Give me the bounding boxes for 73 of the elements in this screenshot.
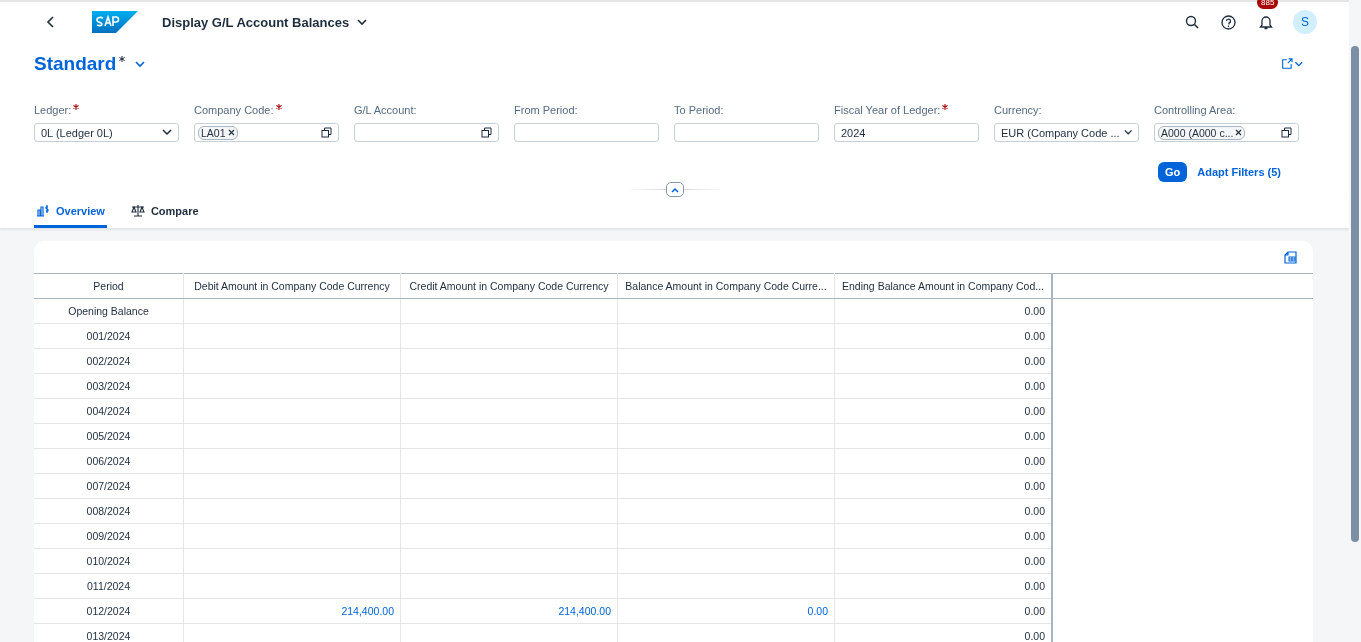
amount-cell: 0.00 [1024, 505, 1045, 517]
input-field[interactable] [674, 123, 819, 142]
filter-label: Controlling Area: [1154, 104, 1236, 116]
amount-cell: 0.00 [1024, 580, 1045, 592]
amount-cell: 0.00 [1024, 305, 1045, 317]
filter-label: Company Code: [194, 104, 274, 116]
back-icon[interactable] [46, 16, 56, 28]
help-icon[interactable] [1220, 14, 1236, 30]
amount-cell: 0.00 [1024, 405, 1045, 417]
app-title-menu[interactable]: Display G/L Account Balances [162, 14, 368, 30]
amount-cell: 0.00 [1024, 605, 1045, 617]
amount-cell: 0.00 [1024, 480, 1045, 492]
period-cell: 008/2024 [86, 505, 131, 517]
go-button[interactable]: Go [1158, 162, 1188, 182]
bell-icon[interactable] [1259, 14, 1273, 30]
chart-icon[interactable] [36, 205, 50, 217]
filter-label: To Period: [674, 104, 724, 116]
tab[interactable]: Compare [128, 199, 201, 228]
value-help-icon[interactable] [481, 127, 492, 138]
chevron-down-icon[interactable] [357, 18, 368, 26]
period-cell: 004/2024 [86, 405, 131, 417]
amount-cell: 0.00 [1024, 455, 1045, 467]
notification-count: 885 [1257, 0, 1279, 9]
period-cell: 003/2024 [86, 380, 131, 392]
value-help-icon[interactable] [321, 127, 332, 138]
collapse-header-button[interactable] [665, 182, 684, 197]
chevron-down-icon[interactable] [162, 129, 172, 136]
input-field[interactable]: 2024 [834, 123, 979, 142]
period-cell: 007/2024 [86, 480, 131, 492]
amount-cell: 0.00 [1024, 630, 1045, 642]
filter-label: G/L Account: [354, 104, 417, 116]
amount-cell: 0.00 [1024, 430, 1045, 442]
logo-icon[interactable] [92, 11, 138, 33]
amount-cell: 0.00 [1024, 330, 1045, 342]
period-cell: 006/2024 [86, 455, 131, 467]
period-cell: 009/2024 [86, 530, 131, 542]
select-field[interactable]: 0L (Ledger 0L) [34, 123, 179, 142]
period-cell: 001/2024 [86, 330, 131, 342]
period-cell: Opening Balance [68, 305, 149, 317]
period-cell: 011/2024 [87, 580, 130, 592]
remove-token-icon[interactable] [1235, 129, 1243, 136]
period-cell: 005/2024 [86, 430, 131, 442]
period-cell: 002/2024 [86, 355, 131, 367]
multi-input-field[interactable]: LA01 [194, 123, 339, 142]
filter-label: Currency: [994, 104, 1042, 116]
column-header[interactable]: Period [93, 280, 124, 292]
chevron-up-icon[interactable] [670, 186, 679, 193]
user-avatar[interactable]: S [1293, 10, 1317, 34]
select-field[interactable]: EUR (Company Code ... [994, 123, 1139, 142]
amount-cell: 0.00 [1024, 355, 1045, 367]
period-cell: 013/2024 [86, 630, 131, 642]
amount-link[interactable]: 0.00 [807, 605, 828, 617]
amount-cell: 0.00 [1024, 555, 1045, 567]
filter-label: Fiscal Year of Ledger: [834, 104, 941, 116]
amount-cell: 0.00 [1024, 380, 1045, 392]
remove-token-icon[interactable] [227, 129, 235, 136]
adapt-filters-link[interactable]: Adapt Filters (5) [1197, 166, 1281, 178]
amount-link[interactable]: 214,400.00 [341, 605, 394, 617]
period-cell: 010/2024 [86, 555, 131, 567]
value-help-icon[interactable] [1281, 127, 1292, 138]
variant-title: Standard [34, 53, 117, 75]
filter-label: From Period: [514, 104, 578, 116]
chevron-down-icon[interactable] [1123, 129, 1132, 136]
amount-link[interactable]: 214,400.00 [558, 605, 611, 617]
multi-input-field[interactable]: A000 (A000 c... [1154, 123, 1299, 142]
search-icon[interactable] [1185, 15, 1199, 29]
amount-cell: 0.00 [1024, 530, 1045, 542]
filter-label: Ledger: [34, 104, 72, 116]
period-cell: 012/2024 [86, 605, 131, 617]
input-field[interactable] [354, 123, 499, 142]
tab[interactable]: Overview [34, 199, 107, 228]
input-field[interactable] [514, 123, 659, 142]
scale-icon[interactable] [130, 205, 145, 217]
